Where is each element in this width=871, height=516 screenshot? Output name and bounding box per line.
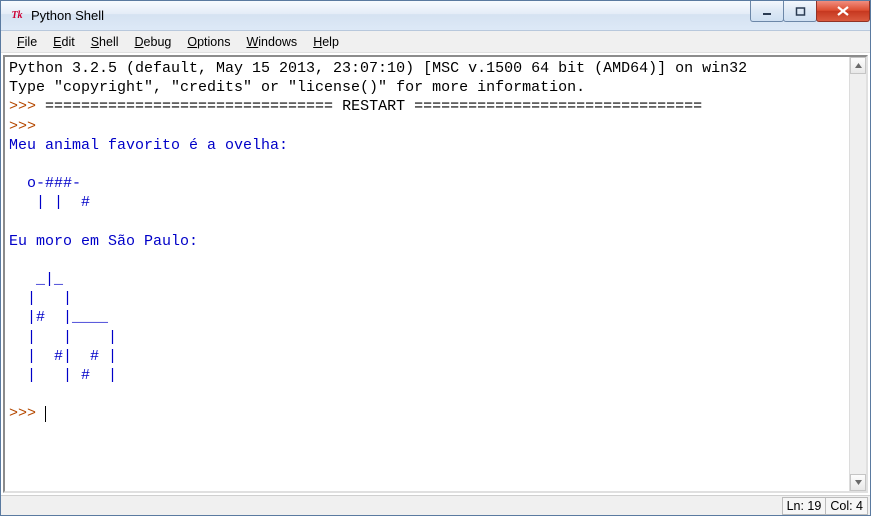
prompt: >>> bbox=[9, 405, 45, 422]
output-line: _|_ bbox=[9, 271, 63, 288]
output-line: | | # bbox=[9, 194, 90, 211]
app-icon: Tk bbox=[9, 8, 25, 24]
prompt: >>> bbox=[9, 118, 45, 135]
minimize-button[interactable] bbox=[750, 1, 784, 22]
vertical-scrollbar[interactable] bbox=[849, 57, 866, 491]
output-line: o-###- bbox=[9, 175, 81, 192]
maximize-button[interactable] bbox=[783, 1, 817, 22]
statusbar: Ln: 19 Col: 4 bbox=[1, 495, 870, 515]
shell-frame: Python 3.2.5 (default, May 15 2013, 23:0… bbox=[3, 55, 868, 493]
chevron-down-icon bbox=[854, 478, 863, 487]
window-title: Python Shell bbox=[31, 8, 104, 23]
output-line: | | # | bbox=[9, 367, 117, 384]
output-line: Eu moro em São Paulo: bbox=[9, 233, 198, 250]
output-line: Meu animal favorito é a ovelha: bbox=[9, 137, 288, 154]
status-line: Ln: 19 bbox=[782, 497, 827, 515]
menu-shell[interactable]: Shell bbox=[83, 33, 127, 51]
python-shell-window: Tk Python Shell File Edit bbox=[0, 0, 871, 516]
output-line: | #| # | bbox=[9, 348, 117, 365]
restart-marker: ================================ RESTART… bbox=[45, 98, 702, 115]
chevron-up-icon bbox=[854, 61, 863, 70]
scroll-down-button[interactable] bbox=[850, 474, 866, 491]
prompt: >>> bbox=[9, 98, 45, 115]
window-controls bbox=[750, 1, 870, 30]
status-col: Col: 4 bbox=[825, 497, 868, 515]
menu-file[interactable]: File bbox=[9, 33, 45, 51]
titlebar[interactable]: Tk Python Shell bbox=[1, 1, 870, 31]
text-cursor bbox=[45, 406, 46, 422]
banner-line: Python 3.2.5 (default, May 15 2013, 23:0… bbox=[9, 60, 747, 77]
minimize-icon bbox=[762, 6, 773, 17]
scroll-track[interactable] bbox=[850, 74, 866, 474]
output-line: |# |____ bbox=[9, 309, 108, 326]
menu-debug[interactable]: Debug bbox=[127, 33, 180, 51]
menu-windows[interactable]: Windows bbox=[238, 33, 305, 51]
menu-options[interactable]: Options bbox=[179, 33, 238, 51]
menu-edit[interactable]: Edit bbox=[45, 33, 83, 51]
maximize-icon bbox=[795, 6, 806, 17]
close-button[interactable] bbox=[816, 1, 870, 22]
close-icon bbox=[836, 5, 850, 17]
output-line: | | bbox=[9, 290, 72, 307]
menu-help[interactable]: Help bbox=[305, 33, 347, 51]
shell-output[interactable]: Python 3.2.5 (default, May 15 2013, 23:0… bbox=[5, 57, 849, 491]
output-line: | | | bbox=[9, 329, 117, 346]
menubar: File Edit Shell Debug Options Windows He… bbox=[1, 31, 870, 53]
banner-line: Type "copyright", "credits" or "license(… bbox=[9, 79, 585, 96]
scroll-up-button[interactable] bbox=[850, 57, 866, 74]
